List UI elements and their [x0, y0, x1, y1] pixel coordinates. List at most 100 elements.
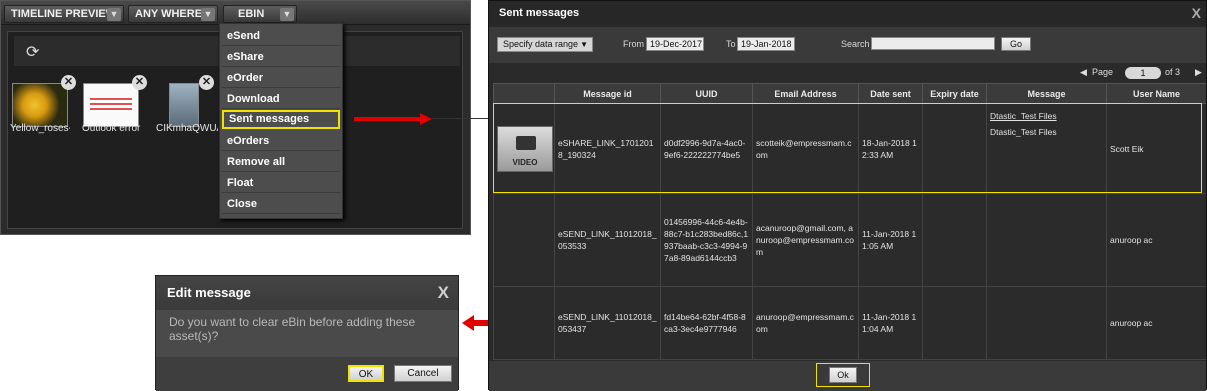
dialog-footer: OK Cancel — [156, 357, 458, 391]
menu-item-sent-messages[interactable]: Sent messages — [222, 110, 340, 129]
ebin-tab-bar: TIMELINE PREVIEW ▼ ANY WHERE ▼ EBIN ▼ — [1, 1, 470, 25]
dialog-message: Do you want to clear eBin before adding … — [169, 315, 416, 343]
prev-page-icon[interactable]: ◀ — [1080, 67, 1087, 81]
message-link[interactable]: Dtastic_Test Files — [990, 110, 1103, 122]
column-header[interactable]: UUID — [660, 83, 753, 104]
video-thumbnail[interactable]: VIDEO — [497, 125, 553, 172]
thumbnail-label: Yellow_roses-( — [10, 123, 70, 134]
asset-thumbnail[interactable]: ✕ — [12, 75, 76, 127]
column-header[interactable]: Expiry date — [922, 83, 987, 104]
page-count: of 3 — [1165, 67, 1181, 77]
column-header[interactable]: Message id — [554, 83, 661, 104]
to-date-input[interactable]: 19-Jan-2018 — [737, 37, 795, 51]
asset-thumbnail[interactable]: ✕ — [83, 75, 147, 127]
table-header-row: Message id UUID Email Address Date sent … — [493, 83, 1206, 104]
menu-item-eorders[interactable]: eOrders — [222, 132, 340, 151]
dialog-footer: Ok — [489, 361, 1206, 391]
video-label: VIDEO — [512, 157, 538, 167]
menu-item-eshare[interactable]: eShare — [222, 48, 340, 67]
tab-ebin[interactable]: EBIN ▼ — [223, 5, 297, 23]
message-cell — [986, 286, 1107, 360]
next-page-icon[interactable]: ▶ — [1195, 67, 1202, 81]
close-icon[interactable]: X — [438, 283, 449, 303]
thumbnail-cell — [493, 286, 555, 360]
to-label: To — [726, 39, 736, 49]
table-row[interactable]: VIDEO eSHARE_LINK_17012018_190324 d0df29… — [493, 103, 1206, 194]
column-header[interactable]: Message — [986, 83, 1107, 104]
thumbnail-label: CIKmhaQWUA — [156, 123, 218, 134]
annotation-connector — [432, 118, 488, 119]
chevron-down-icon[interactable]: ▼ — [107, 8, 121, 21]
expiry-cell — [922, 286, 987, 360]
annotation-arrow-right — [354, 117, 422, 121]
column-header — [493, 83, 555, 104]
sent-messages-dialog: Sent messages X Specify data range ▼ Fro… — [488, 0, 1207, 391]
ok-button[interactable]: OK — [348, 365, 384, 382]
user-name-cell: anuroop ac — [1106, 193, 1206, 287]
filter-bar: Specify data range ▼ From 19-Dec-2017 To… — [489, 27, 1206, 63]
expiry-cell — [922, 193, 987, 287]
page-label: Page — [1092, 67, 1114, 77]
column-header[interactable]: User Name — [1106, 83, 1206, 104]
date-sent-cell: 11-Jan-2018 11:04 AM — [858, 286, 923, 360]
edit-message-dialog: Edit message X Do you want to clear eBin… — [155, 275, 459, 391]
refresh-icon[interactable]: ⟳ — [26, 42, 39, 62]
close-icon[interactable]: ✕ — [132, 75, 147, 90]
message-id-cell: eSHARE_LINK_17012018_190324 — [554, 103, 661, 194]
menu-item-float[interactable]: Float — [222, 174, 340, 193]
tab-any-where[interactable]: ANY WHERE ▼ — [128, 5, 218, 23]
search-label: Search — [841, 39, 870, 49]
email-cell: acanuroop@gmail.com, anuroop@empressmam.… — [752, 193, 859, 287]
thumbnail-label: Outlook error — [82, 123, 141, 134]
menu-item-eorder[interactable]: eOrder — [222, 69, 340, 88]
date-sent-cell: 11-Jan-2018 11:05 AM — [858, 193, 923, 287]
asset-thumbnail[interactable]: ✕ — [169, 75, 214, 127]
annotation-arrow-left — [474, 320, 488, 326]
menu-item-remove-all[interactable]: Remove all — [222, 153, 340, 172]
chevron-down-icon[interactable]: ▼ — [201, 8, 215, 21]
arrow-left-icon — [462, 315, 474, 331]
column-header[interactable]: Email Address — [752, 83, 859, 104]
table-row[interactable]: eSEND_LINK_11012018_053437 fd14be64-62bf… — [493, 286, 1206, 360]
ebin-dropdown-menu: eSend eShare eOrder Download Sent messag… — [219, 23, 343, 219]
close-icon[interactable]: X — [1192, 5, 1201, 21]
from-date-input[interactable]: 19-Dec-2017 — [646, 37, 704, 51]
dialog-title: Edit message — [156, 276, 458, 310]
email-cell: anuroop@empressmam.com — [752, 286, 859, 360]
expiry-cell — [922, 103, 987, 194]
thumbnail-cell: VIDEO — [493, 103, 555, 194]
messages-table: Message id UUID Email Address Date sent … — [493, 83, 1206, 360]
menu-item-download[interactable]: Download — [222, 90, 340, 109]
column-header[interactable]: Date sent — [858, 83, 923, 104]
menu-item-esend[interactable]: eSend — [222, 27, 340, 46]
uuid-cell: d0df2996-9d7a-4ac0-9ef6-222222774be5 — [660, 103, 753, 194]
email-cell: scotteik@empressmam.com — [752, 103, 859, 194]
message-id-cell: eSEND_LINK_11012018_053533 — [554, 193, 661, 287]
menu-item-close[interactable]: Close — [222, 195, 340, 214]
search-input[interactable] — [871, 37, 995, 50]
arrow-right-icon — [420, 113, 432, 125]
close-icon[interactable]: ✕ — [199, 75, 214, 90]
messages-table-wrapper: Message id UUID Email Address Date sent … — [493, 83, 1206, 361]
tab-label: EBIN — [238, 8, 265, 20]
close-icon[interactable]: ✕ — [61, 75, 76, 90]
uuid-cell: 01456996-44c6-4e4b-88c7-b1c283bed86c,193… — [660, 193, 753, 287]
uuid-cell: fd14be64-62bf-4f58-8ca3-3ec4e9777946 — [660, 286, 753, 360]
message-text: Dtastic_Test Files — [990, 127, 1057, 137]
page-number-input[interactable]: 1 — [1125, 67, 1161, 79]
tab-label: TIMELINE PREVIEW — [11, 8, 117, 20]
cancel-button[interactable]: Cancel — [394, 365, 452, 382]
chevron-down-icon[interactable]: ▼ — [280, 8, 294, 21]
video-icon — [516, 135, 536, 150]
tab-timeline-preview[interactable]: TIMELINE PREVIEW ▼ — [4, 5, 124, 23]
chevron-down-icon: ▼ — [580, 40, 588, 49]
thumbnail-cell — [493, 193, 555, 287]
user-name-cell: Scott Eik — [1106, 103, 1206, 194]
date-sent-cell: 18-Jan-2018 12:33 AM — [858, 103, 923, 194]
message-id-cell: eSEND_LINK_11012018_053437 — [554, 286, 661, 360]
date-range-select[interactable]: Specify data range ▼ — [497, 37, 593, 52]
tab-label: ANY WHERE — [135, 8, 203, 20]
table-row[interactable]: eSEND_LINK_11012018_053533 01456996-44c6… — [493, 193, 1206, 287]
go-button[interactable]: Go — [1001, 37, 1031, 51]
ok-button[interactable]: Ok — [829, 367, 857, 383]
